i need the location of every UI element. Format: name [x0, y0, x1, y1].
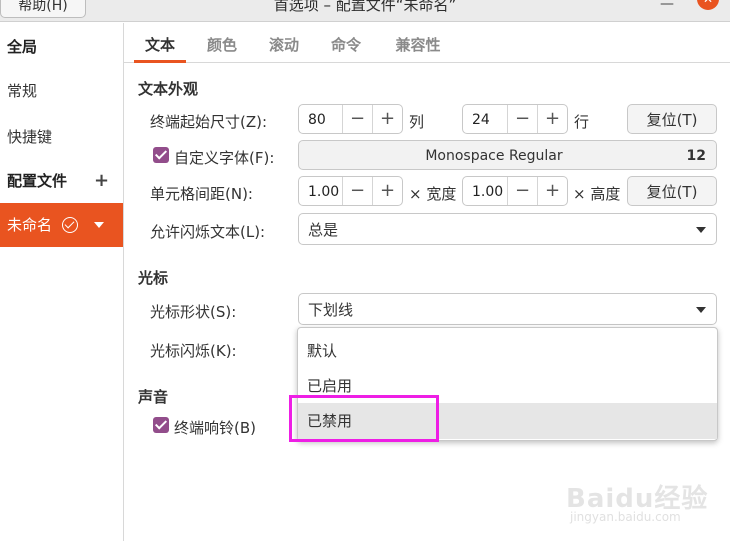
tab-compatibility[interactable]: 兼容性 [388, 23, 448, 63]
cell-height-increment-button[interactable]: + [537, 177, 567, 205]
cursor-shape-value: 下划线 [308, 301, 354, 319]
tab-text[interactable]: 文本 [134, 23, 186, 63]
sidebar-item-general[interactable]: 常规 [0, 69, 123, 113]
title-bar: 帮助(H) 首选项 – 配置文件“未命名” — ✕ [0, 0, 730, 22]
sidebar-item-shortcuts[interactable]: 快捷键 [0, 115, 123, 159]
profile-label: 未命名 [7, 216, 53, 234]
cell-width-value[interactable]: 1.00 [308, 177, 339, 207]
tab-scrolling[interactable]: 滚动 [262, 23, 306, 63]
minimize-icon[interactable]: — [660, 0, 674, 12]
sidebar-header-profiles: 配置文件 + [0, 159, 123, 203]
watermark-url: jingyan.baidu.com [570, 510, 681, 524]
cell-width-unit: × 宽度 [409, 185, 457, 203]
columns-value[interactable]: 80 [308, 105, 326, 135]
rows-decrement-button[interactable]: − [507, 105, 537, 133]
reset-spacing-button[interactable]: 复位(T) [627, 176, 717, 206]
terminal-bell-label[interactable]: 终端响铃(B) [174, 417, 256, 438]
cell-width-stepper[interactable]: 1.00 − + [298, 176, 403, 206]
columns-increment-button[interactable]: + [372, 105, 402, 133]
cell-height-value[interactable]: 1.00 [472, 177, 503, 207]
custom-font-checkbox[interactable] [153, 147, 169, 163]
window-title: 首选项 – 配置文件“未命名” [273, 0, 457, 14]
font-size: 12 [686, 148, 706, 164]
tab-colors[interactable]: 颜色 [200, 23, 244, 63]
sidebar-header-global: 全局 [7, 38, 38, 56]
chevron-down-icon [696, 227, 706, 233]
columns-stepper[interactable]: 80 − + [298, 104, 403, 134]
columns-decrement-button[interactable]: − [342, 105, 372, 133]
default-profile-check-icon [62, 217, 78, 233]
rows-stepper[interactable]: 24 − + [462, 104, 568, 134]
cursor-shape-dropdown[interactable]: 下划线 [298, 293, 717, 325]
blink-text-value: 总是 [308, 221, 339, 239]
baidu-jingyan-watermark: Baidu经验 jingyan.baidu.com [566, 470, 716, 530]
cursor-blink-label: 光标闪烁(K): [150, 342, 237, 360]
rows-value[interactable]: 24 [472, 105, 490, 135]
cursor-shape-label: 光标形状(S): [150, 303, 237, 321]
font-chooser-button[interactable]: Monospace Regular 12 [298, 140, 717, 170]
blink-text-dropdown[interactable]: 总是 [298, 213, 717, 245]
blink-text-label: 允许闪烁文本(L): [150, 223, 266, 241]
cell-spacing-label: 单元格间距(N): [150, 185, 253, 203]
tab-command[interactable]: 命令 [324, 23, 368, 63]
profile-menu-arrow-icon[interactable] [94, 222, 104, 228]
sidebar: 全局 常规 快捷键 配置文件 + 未命名 [0, 23, 124, 541]
reset-size-button[interactable]: 复位(T) [627, 104, 717, 134]
menu-item-default[interactable]: 默认 [298, 333, 717, 369]
add-profile-icon[interactable]: + [94, 159, 109, 203]
section-sound: 声音 [138, 388, 169, 406]
sidebar-item-profile-unnamed[interactable]: 未命名 [0, 203, 123, 247]
section-cursor: 光标 [138, 269, 169, 287]
custom-font-label[interactable]: 自定义字体(F): [174, 147, 274, 168]
tab-bar: 文本 颜色 滚动 命令 兼容性 [124, 23, 730, 63]
cell-width-decrement-button[interactable]: − [342, 177, 372, 205]
chevron-down-icon [696, 307, 706, 313]
cell-height-decrement-button[interactable]: − [507, 177, 537, 205]
columns-unit: 列 [409, 113, 425, 131]
rows-unit: 行 [574, 113, 590, 131]
cell-width-increment-button[interactable]: + [372, 177, 402, 205]
initial-size-label: 终端起始尺寸(Z): [150, 113, 268, 131]
font-name: Monospace Regular [425, 148, 563, 164]
cell-height-unit: × 高度 [573, 185, 621, 203]
rows-increment-button[interactable]: + [537, 105, 567, 133]
section-text-appearance: 文本外观 [138, 80, 199, 98]
cell-height-stepper[interactable]: 1.00 − + [462, 176, 568, 206]
profiles-header-label: 配置文件 [7, 172, 68, 190]
terminal-bell-checkbox[interactable] [153, 417, 169, 433]
annotation-highlight-box [289, 395, 439, 442]
